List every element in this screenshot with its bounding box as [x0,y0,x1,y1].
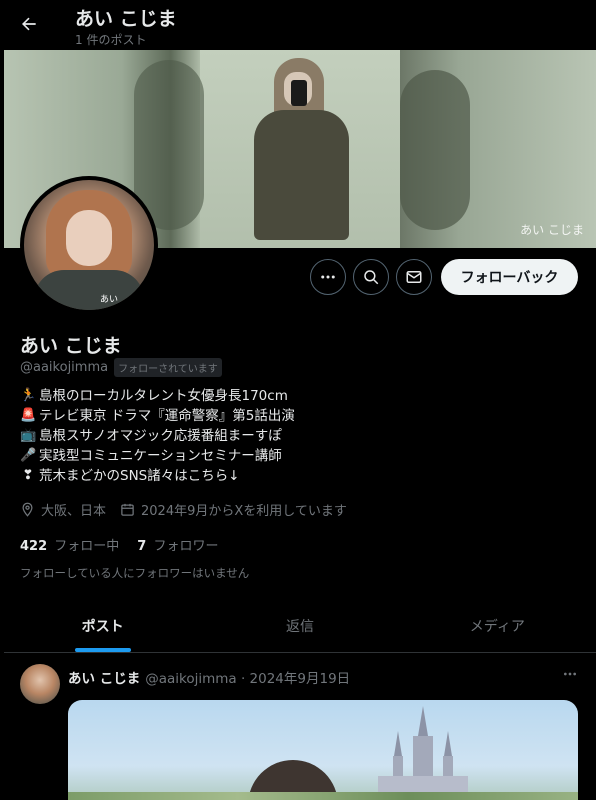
bio-emoji: ❣ [22,468,34,483]
following-stat[interactable]: 422 フォロー中 [20,535,119,554]
profile-bio: 🏃 島根のローカルタレント女優身長170cm 🚨 テレビ東京 ドラマ『運命警察』… [20,386,295,486]
profile-avatar[interactable]: あい [20,176,158,314]
post-header: あい こじま @aaikojimma · 2024年9月19日 [68,667,350,687]
banner-watermark: あい こじま [520,223,584,237]
location-item: 大阪、日本 [20,500,106,519]
banner-shadow-right [400,70,470,230]
search-icon [364,270,379,285]
bio-emoji: 🏃 [20,388,37,403]
message-button[interactable] [396,259,432,295]
tab-label: 返信 [285,619,314,635]
bio-line: 🎤 実践型コミュニケーションセミナー講師 [20,446,295,466]
handle-row: @aaikojimma フォローされています [20,358,222,377]
header-title: あい こじま [75,8,177,30]
following-count: 422 [20,539,48,554]
bio-text: 荒木まどかのSNS諸々はこちら↓ [39,468,240,484]
profile-handle: @aaikojimma [20,360,109,375]
post-more-button[interactable] [560,664,580,684]
active-tab-indicator [74,648,131,652]
tab-label: メディア [469,619,525,635]
bio-line: 🏃 島根のローカルタレント女優身長170cm [20,386,295,406]
banner-person-figure [244,50,354,248]
tree-line [68,792,578,800]
location-text: 大阪、日本 [41,504,107,519]
bio-text: 島根スサノオマジック応援番組まーすぽ [39,428,282,444]
no-mutual-followers-text: フォローしている人にフォロワーはいません [20,566,250,580]
post-item[interactable]: あい こじま @aaikojimma · 2024年9月19日 [4,654,596,800]
following-label: フォロー中 [54,539,120,554]
top-header: あい こじま 1 件のポスト [0,0,596,50]
post-media-image[interactable] [68,700,578,800]
follow-stats: 422 フォロー中 7 フォロワー [20,535,219,554]
followers-label: フォロワー [153,539,219,554]
more-horizontal-icon [564,672,576,676]
post-author-name[interactable]: あい こじま [68,667,140,687]
bio-line: 📺 島根スサノオマジック応援番組まーすぽ [20,426,295,446]
location-pin-icon [22,502,33,517]
follow-back-button[interactable]: フォローバック [441,259,578,295]
joined-text: 2024年9月からXを利用しています [141,504,347,519]
post-author-avatar[interactable] [20,664,60,704]
header-post-count: 1 件のポスト [75,33,147,47]
bio-text: 実践型コミュニケーションセミナー講師 [39,448,282,464]
bio-emoji: 🎤 [20,448,37,463]
arrow-left-icon [22,17,36,31]
bio-line: ❣ 荒木まどかのSNS諸々はこちら↓ [20,466,295,486]
tab-posts[interactable]: ポスト [4,600,201,652]
back-button[interactable] [14,9,44,39]
profile-display-name: あい こじま [20,335,122,357]
avatar-label: あい [100,295,119,305]
profile-meta-row: 大阪、日本 2024年9月からXを利用しています [20,500,361,519]
joined-item: 2024年9月からXを利用しています [120,500,347,519]
more-horizontal-icon [321,275,335,279]
profile-tabs: ポスト 返信 メディア [4,600,596,653]
follows-you-badge: フォローされています [114,358,222,377]
tab-media[interactable]: メディア [399,600,596,652]
post-meta: @aaikojimma · 2024年9月19日 [145,671,351,687]
bio-emoji: 🚨 [20,408,37,423]
envelope-icon [406,271,422,283]
followers-stat[interactable]: 7 フォロワー [137,535,218,554]
followers-count: 7 [137,539,147,554]
tab-replies[interactable]: 返信 [201,600,398,652]
castle-illustration [378,706,468,800]
bio-emoji: 📺 [20,428,37,443]
bio-line: 🚨 テレビ東京 ドラマ『運命警察』第5話出演 [20,406,295,426]
bio-text: テレビ東京 ドラマ『運命警察』第5話出演 [39,408,295,424]
bio-text: 島根のローカルタレント女優身長170cm [39,388,288,404]
search-posts-button[interactable] [353,259,389,295]
calendar-icon [121,503,134,516]
more-options-button[interactable] [310,259,346,295]
tab-label: ポスト [81,619,124,635]
